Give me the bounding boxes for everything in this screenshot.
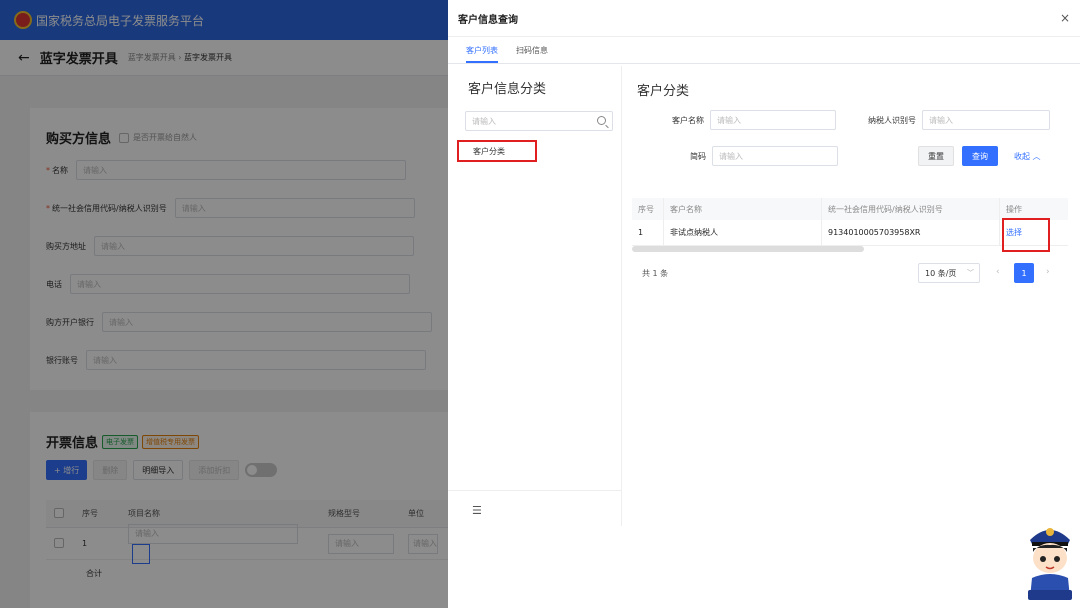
taxpayer-id-field: 纳税人识别号 请输入 [868, 110, 1050, 130]
highlight-box-select [1002, 218, 1050, 252]
col-action: 操作 [1006, 204, 1022, 214]
customer-pane-title: 客户分类 [637, 84, 690, 99]
highlight-box-category [457, 140, 537, 162]
next-page-icon[interactable]: › [1046, 267, 1050, 277]
row-credit-code: 9134010005703958XR [822, 220, 1000, 245]
category-pane-title: 客户信息分类 [468, 82, 547, 97]
pagination: 共 1 条 10 条/页 ﹀ ‹ 1 › [622, 263, 1080, 285]
page-number-current[interactable]: 1 [1014, 263, 1034, 283]
mascot-left-eye [1040, 556, 1046, 562]
short-code-input[interactable]: 请输入 [712, 146, 838, 166]
page-size-value: 10 条/页 [925, 268, 957, 278]
page-size-select[interactable]: 10 条/页 ﹀ [918, 263, 980, 283]
prev-page-icon[interactable]: ‹ [996, 267, 1000, 277]
customer-table-header: 序号 客户名称 统一社会信用代码/纳税人识别号 操作 [632, 198, 1068, 220]
col-customer-name: 客户名称 [664, 198, 822, 220]
col-no: 序号 [632, 198, 664, 220]
mascot-image [1028, 528, 1072, 600]
short-code-field: 简码 请输入 [690, 146, 838, 166]
taxpayer-id-label: 纳税人识别号 [868, 115, 916, 125]
drawer-title: 客户信息查询 [458, 14, 518, 26]
row-no: 1 [632, 220, 664, 245]
short-code-label: 简码 [690, 151, 706, 161]
customer-name-input[interactable]: 请输入 [710, 110, 836, 130]
tab-scan-info[interactable]: 扫码信息 [516, 45, 548, 63]
close-icon[interactable]: × [1060, 11, 1070, 25]
mascot-badge [1046, 528, 1054, 536]
drawer-tabs: 客户列表 扫码信息 [448, 36, 1080, 64]
pane-divider [448, 490, 622, 491]
customer-list-pane: 客户分类 客户名称 请输入 纳税人识别号 请输入 简码 请输入 重置 查询 收起… [622, 66, 1080, 526]
category-search-placeholder: 请输入 [472, 116, 496, 126]
customer-name-field: 客户名称 请输入 [672, 110, 836, 130]
search-icon[interactable] [597, 116, 606, 125]
customer-name-label: 客户名称 [672, 115, 704, 125]
collapse-toggle[interactable]: 收起 ︿ [1014, 151, 1041, 162]
mascot-nameplate [1028, 590, 1072, 600]
query-button[interactable]: 查询 [962, 146, 998, 166]
tab-customer-list[interactable]: 客户列表 [466, 45, 498, 63]
reset-button[interactable]: 重置 [918, 146, 954, 166]
row-customer-name: 非试点纳税人 [664, 220, 822, 245]
menu-icon[interactable]: ☰ [472, 504, 482, 517]
col-credit-code: 统一社会信用代码/纳税人识别号 [822, 198, 1000, 220]
mascot-right-eye [1054, 556, 1060, 562]
modal-overlay[interactable] [0, 0, 448, 608]
category-pane: 客户信息分类 请输入 客户分类 ☰ [448, 66, 622, 526]
total-count: 共 1 条 [642, 269, 669, 278]
drawer-header: 客户信息查询 × [448, 0, 1080, 36]
customer-query-drawer: 客户信息查询 × 客户列表 扫码信息 客户信息分类 请输入 客户分类 ☰ 客户分… [448, 0, 1080, 608]
taxpayer-id-input[interactable]: 请输入 [922, 110, 1050, 130]
table-horizontal-scrollbar[interactable] [632, 246, 864, 252]
chevron-down-icon: ﹀ [967, 269, 974, 277]
category-search-input[interactable]: 请输入 [465, 111, 613, 131]
